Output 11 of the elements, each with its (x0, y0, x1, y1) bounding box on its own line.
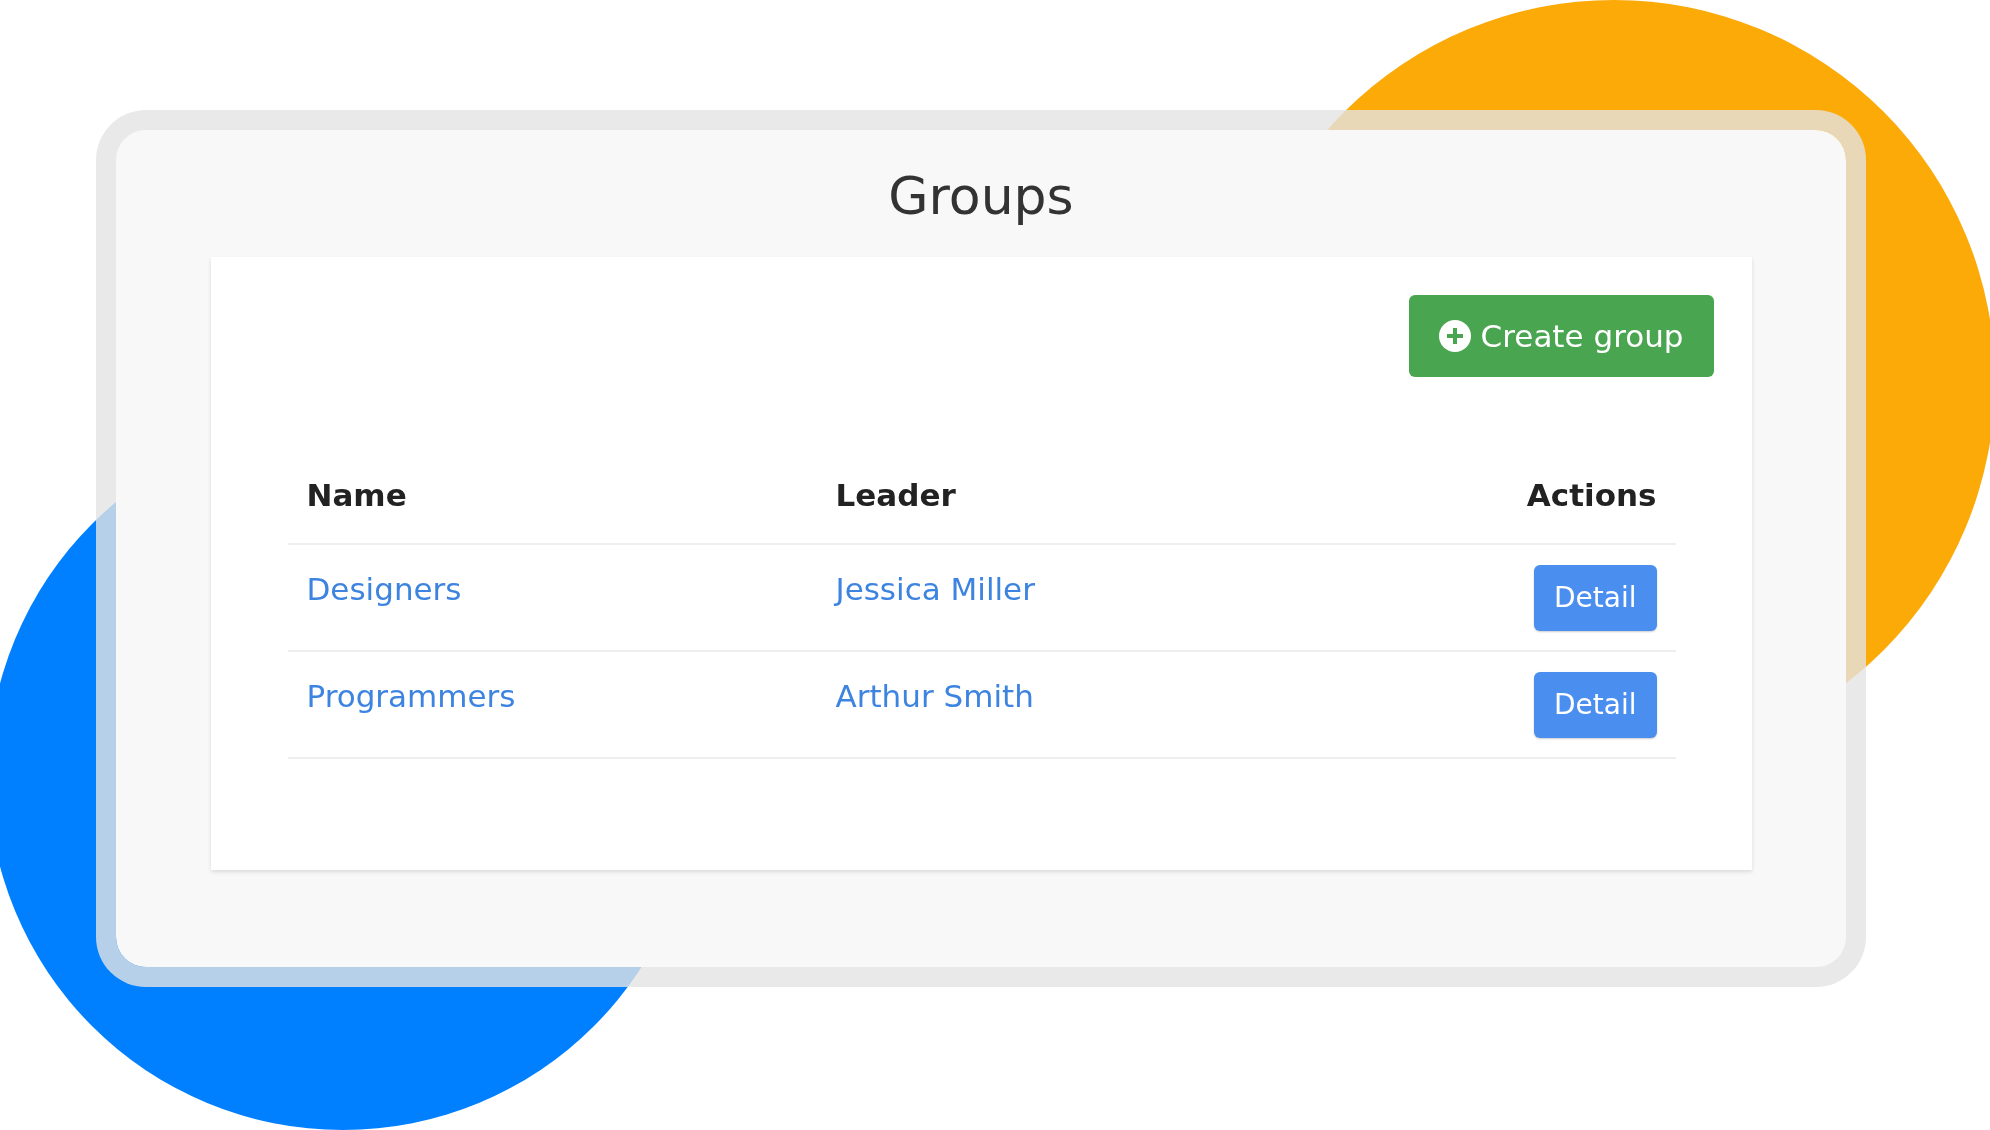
create-group-button[interactable]: Create group (1408, 295, 1714, 378)
detail-button[interactable]: Detail (1534, 564, 1657, 631)
leader-link[interactable]: Arthur Smith (835, 678, 1457, 715)
group-name-link[interactable]: Programmers (306, 678, 836, 715)
plus-circle-icon (1438, 320, 1471, 353)
leader-link[interactable]: Jessica Miller (835, 571, 1457, 608)
column-header: Leader (835, 477, 956, 514)
column-header: Name (306, 477, 407, 514)
detail-button[interactable]: Detail (1534, 671, 1657, 738)
column-header: Actions (1526, 477, 1657, 514)
page-title: Groups (888, 168, 1074, 226)
